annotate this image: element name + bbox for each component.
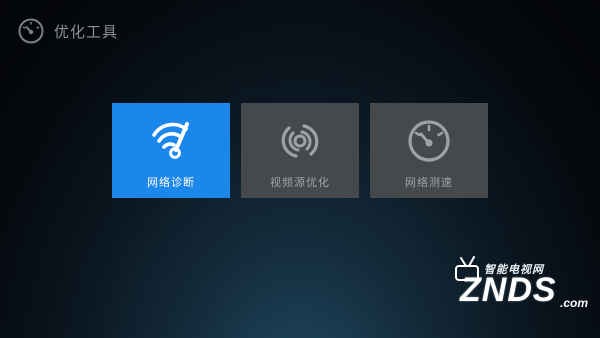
header: 优化工具 [18, 15, 118, 47]
page-title: 优化工具 [54, 22, 119, 41]
wifi-gauge-icon [152, 122, 189, 159]
speedometer-icon [408, 120, 450, 162]
tile-network-speed-test[interactable]: 网络测速 [370, 103, 488, 198]
video-source-icon [281, 124, 319, 158]
tile-video-source-optimization[interactable]: 视频源优化 [241, 103, 359, 198]
watermark-logo: ZNDS [460, 271, 557, 309]
znds-watermark: 智能电视网 ZNDS .com [444, 256, 594, 326]
tile-network-diagnosis[interactable]: 网络诊断 [112, 103, 230, 198]
tile-label: 网络测速 [405, 176, 453, 189]
speedometer-icon [18, 18, 44, 44]
watermark-suffix: .com [560, 296, 589, 310]
tile-label: 网络诊断 [147, 176, 195, 189]
tile-label: 视频源优化 [270, 176, 330, 189]
